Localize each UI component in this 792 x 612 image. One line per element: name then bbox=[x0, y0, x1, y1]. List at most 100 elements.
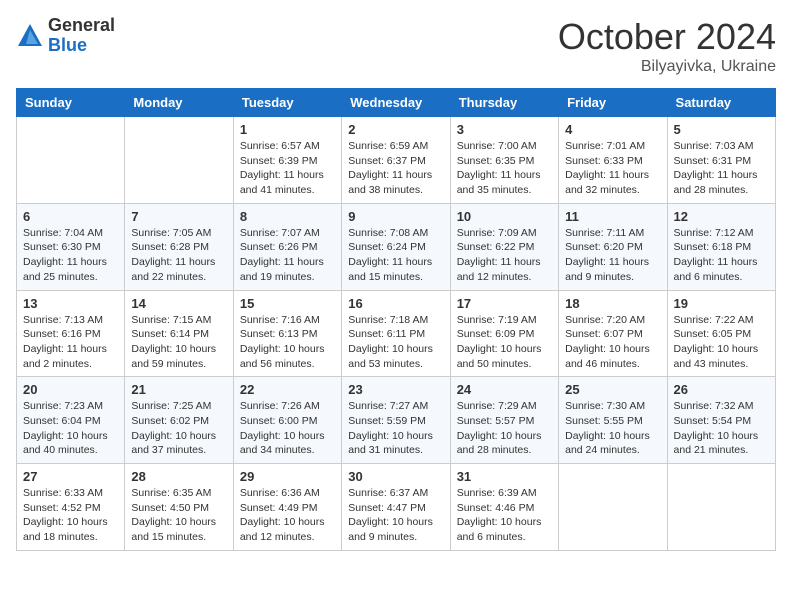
calendar-cell: 14 Sunrise: 7:15 AMSunset: 6:14 PMDayligh… bbox=[125, 290, 233, 377]
calendar-cell: 24 Sunrise: 7:29 AMSunset: 5:57 PMDayligh… bbox=[450, 377, 558, 464]
calendar-cell: 6 Sunrise: 7:04 AMSunset: 6:30 PMDaylight… bbox=[17, 203, 125, 290]
calendar-cell: 1Sunrise: 6:57 AMSunset: 6:39 PMDaylight… bbox=[233, 117, 341, 204]
day-number: 18 bbox=[565, 296, 660, 311]
day-detail: Sunrise: 7:12 AMSunset: 6:18 PMDaylight:… bbox=[674, 226, 769, 285]
day-number: 11 bbox=[565, 209, 660, 224]
week-row-1: 1Sunrise: 6:57 AMSunset: 6:39 PMDaylight… bbox=[17, 117, 776, 204]
calendar-cell: 26Sunrise: 7:32 AMSunset: 5:54 PMDayligh… bbox=[667, 377, 775, 464]
day-detail: Sunrise: 7:15 AMSunset: 6:14 PMDaylight:… bbox=[131, 313, 226, 372]
logo-general: General bbox=[48, 16, 115, 36]
calendar-cell: 31 Sunrise: 6:39 AMSunset: 4:46 PMDayligh… bbox=[450, 464, 558, 551]
calendar-cell: 28 Sunrise: 6:35 AMSunset: 4:50 PMDayligh… bbox=[125, 464, 233, 551]
header-sunday: Sunday bbox=[17, 89, 125, 117]
logo-icon bbox=[16, 22, 44, 50]
day-detail: Sunrise: 7:07 AMSunset: 6:26 PMDaylight:… bbox=[240, 226, 335, 285]
calendar-cell: 16 Sunrise: 7:18 AMSunset: 6:11 PMDayligh… bbox=[342, 290, 450, 377]
day-number: 2 bbox=[348, 122, 443, 137]
day-number: 13 bbox=[23, 296, 118, 311]
day-detail: Sunrise: 7:23 AMSunset: 6:04 PMDaylight:… bbox=[23, 399, 118, 458]
day-number: 15 bbox=[240, 296, 335, 311]
day-detail: Sunrise: 7:03 AMSunset: 6:31 PMDaylight:… bbox=[674, 139, 769, 198]
day-detail: Sunrise: 7:30 AMSunset: 5:55 PMDaylight:… bbox=[565, 399, 660, 458]
calendar-cell: 7Sunrise: 7:05 AMSunset: 6:28 PMDaylight… bbox=[125, 203, 233, 290]
day-number: 5 bbox=[674, 122, 769, 137]
title-block: October 2024 Bilyayivka, Ukraine bbox=[558, 16, 776, 76]
day-number: 1 bbox=[240, 122, 335, 137]
day-detail: Sunrise: 7:18 AMSunset: 6:11 PMDaylight:… bbox=[348, 313, 443, 372]
day-detail: Sunrise: 7:22 AMSunset: 6:05 PMDaylight:… bbox=[674, 313, 769, 372]
logo-text: General Blue bbox=[48, 16, 115, 56]
day-detail: Sunrise: 6:59 AMSunset: 6:37 PMDaylight:… bbox=[348, 139, 443, 198]
day-detail: Sunrise: 6:33 AMSunset: 4:52 PMDaylight:… bbox=[23, 486, 118, 545]
calendar-cell bbox=[667, 464, 775, 551]
calendar-cell: 11 Sunrise: 7:11 AMSunset: 6:20 PMDayligh… bbox=[559, 203, 667, 290]
day-detail: Sunrise: 7:05 AMSunset: 6:28 PMDaylight:… bbox=[131, 226, 226, 285]
header-monday: Monday bbox=[125, 89, 233, 117]
day-number: 25 bbox=[565, 382, 660, 397]
day-detail: Sunrise: 7:13 AMSunset: 6:16 PMDaylight:… bbox=[23, 313, 118, 372]
logo-blue: Blue bbox=[48, 36, 115, 56]
week-row-2: 6 Sunrise: 7:04 AMSunset: 6:30 PMDaylight… bbox=[17, 203, 776, 290]
calendar-cell: 21 Sunrise: 7:25 AMSunset: 6:02 PMDayligh… bbox=[125, 377, 233, 464]
day-number: 6 bbox=[23, 209, 118, 224]
day-number: 10 bbox=[457, 209, 552, 224]
day-detail: Sunrise: 7:08 AMSunset: 6:24 PMDaylight:… bbox=[348, 226, 443, 285]
day-number: 16 bbox=[348, 296, 443, 311]
day-detail: Sunrise: 7:00 AMSunset: 6:35 PMDaylight:… bbox=[457, 139, 552, 198]
calendar-cell bbox=[559, 464, 667, 551]
page-header: General Blue October 2024 Bilyayivka, Uk… bbox=[16, 16, 776, 76]
day-number: 14 bbox=[131, 296, 226, 311]
day-detail: Sunrise: 7:25 AMSunset: 6:02 PMDaylight:… bbox=[131, 399, 226, 458]
calendar-cell: 2 Sunrise: 6:59 AMSunset: 6:37 PMDaylight… bbox=[342, 117, 450, 204]
day-number: 8 bbox=[240, 209, 335, 224]
calendar-cell: 23 Sunrise: 7:27 AMSunset: 5:59 PMDayligh… bbox=[342, 377, 450, 464]
calendar-cell: 17 Sunrise: 7:19 AMSunset: 6:09 PMDayligh… bbox=[450, 290, 558, 377]
calendar-cell bbox=[17, 117, 125, 204]
day-number: 12 bbox=[674, 209, 769, 224]
day-detail: Sunrise: 6:36 AMSunset: 4:49 PMDaylight:… bbox=[240, 486, 335, 545]
calendar-cell: 30Sunrise: 6:37 AMSunset: 4:47 PMDayligh… bbox=[342, 464, 450, 551]
day-number: 4 bbox=[565, 122, 660, 137]
day-number: 21 bbox=[131, 382, 226, 397]
calendar-cell: 3 Sunrise: 7:00 AMSunset: 6:35 PMDaylight… bbox=[450, 117, 558, 204]
calendar-cell: 20 Sunrise: 7:23 AMSunset: 6:04 PMDayligh… bbox=[17, 377, 125, 464]
calendar-location: Bilyayivka, Ukraine bbox=[558, 58, 776, 76]
calendar-cell bbox=[125, 117, 233, 204]
day-detail: Sunrise: 7:04 AMSunset: 6:30 PMDaylight:… bbox=[23, 226, 118, 285]
calendar-cell: 5 Sunrise: 7:03 AMSunset: 6:31 PMDaylight… bbox=[667, 117, 775, 204]
calendar-cell: 19Sunrise: 7:22 AMSunset: 6:05 PMDayligh… bbox=[667, 290, 775, 377]
day-number: 3 bbox=[457, 122, 552, 137]
day-detail: Sunrise: 7:16 AMSunset: 6:13 PMDaylight:… bbox=[240, 313, 335, 372]
day-detail: Sunrise: 6:35 AMSunset: 4:50 PMDaylight:… bbox=[131, 486, 226, 545]
day-number: 22 bbox=[240, 382, 335, 397]
header-thursday: Thursday bbox=[450, 89, 558, 117]
day-detail: Sunrise: 6:39 AMSunset: 4:46 PMDaylight:… bbox=[457, 486, 552, 545]
calendar-cell: 15 Sunrise: 7:16 AMSunset: 6:13 PMDayligh… bbox=[233, 290, 341, 377]
header-friday: Friday bbox=[559, 89, 667, 117]
day-detail: Sunrise: 6:37 AMSunset: 4:47 PMDaylight:… bbox=[348, 486, 443, 545]
calendar-cell: 29Sunrise: 6:36 AMSunset: 4:49 PMDayligh… bbox=[233, 464, 341, 551]
calendar-cell: 4Sunrise: 7:01 AMSunset: 6:33 PMDaylight… bbox=[559, 117, 667, 204]
day-number: 28 bbox=[131, 469, 226, 484]
calendar-header-row: SundayMondayTuesdayWednesdayThursdayFrid… bbox=[17, 89, 776, 117]
day-number: 31 bbox=[457, 469, 552, 484]
calendar-cell: 27Sunrise: 6:33 AMSunset: 4:52 PMDayligh… bbox=[17, 464, 125, 551]
week-row-5: 27Sunrise: 6:33 AMSunset: 4:52 PMDayligh… bbox=[17, 464, 776, 551]
day-number: 23 bbox=[348, 382, 443, 397]
calendar-cell: 10Sunrise: 7:09 AMSunset: 6:22 PMDayligh… bbox=[450, 203, 558, 290]
calendar-cell: 22 Sunrise: 7:26 AMSunset: 6:00 PMDayligh… bbox=[233, 377, 341, 464]
week-row-3: 13 Sunrise: 7:13 AMSunset: 6:16 PMDayligh… bbox=[17, 290, 776, 377]
day-detail: Sunrise: 7:20 AMSunset: 6:07 PMDaylight:… bbox=[565, 313, 660, 372]
day-number: 24 bbox=[457, 382, 552, 397]
day-number: 17 bbox=[457, 296, 552, 311]
day-detail: Sunrise: 7:26 AMSunset: 6:00 PMDaylight:… bbox=[240, 399, 335, 458]
calendar-title: October 2024 bbox=[558, 16, 776, 58]
day-detail: Sunrise: 7:11 AMSunset: 6:20 PMDaylight:… bbox=[565, 226, 660, 285]
calendar-cell: 8 Sunrise: 7:07 AMSunset: 6:26 PMDaylight… bbox=[233, 203, 341, 290]
day-detail: Sunrise: 7:27 AMSunset: 5:59 PMDaylight:… bbox=[348, 399, 443, 458]
day-detail: Sunrise: 7:19 AMSunset: 6:09 PMDaylight:… bbox=[457, 313, 552, 372]
day-detail: Sunrise: 7:29 AMSunset: 5:57 PMDaylight:… bbox=[457, 399, 552, 458]
header-wednesday: Wednesday bbox=[342, 89, 450, 117]
week-row-4: 20 Sunrise: 7:23 AMSunset: 6:04 PMDayligh… bbox=[17, 377, 776, 464]
day-number: 20 bbox=[23, 382, 118, 397]
